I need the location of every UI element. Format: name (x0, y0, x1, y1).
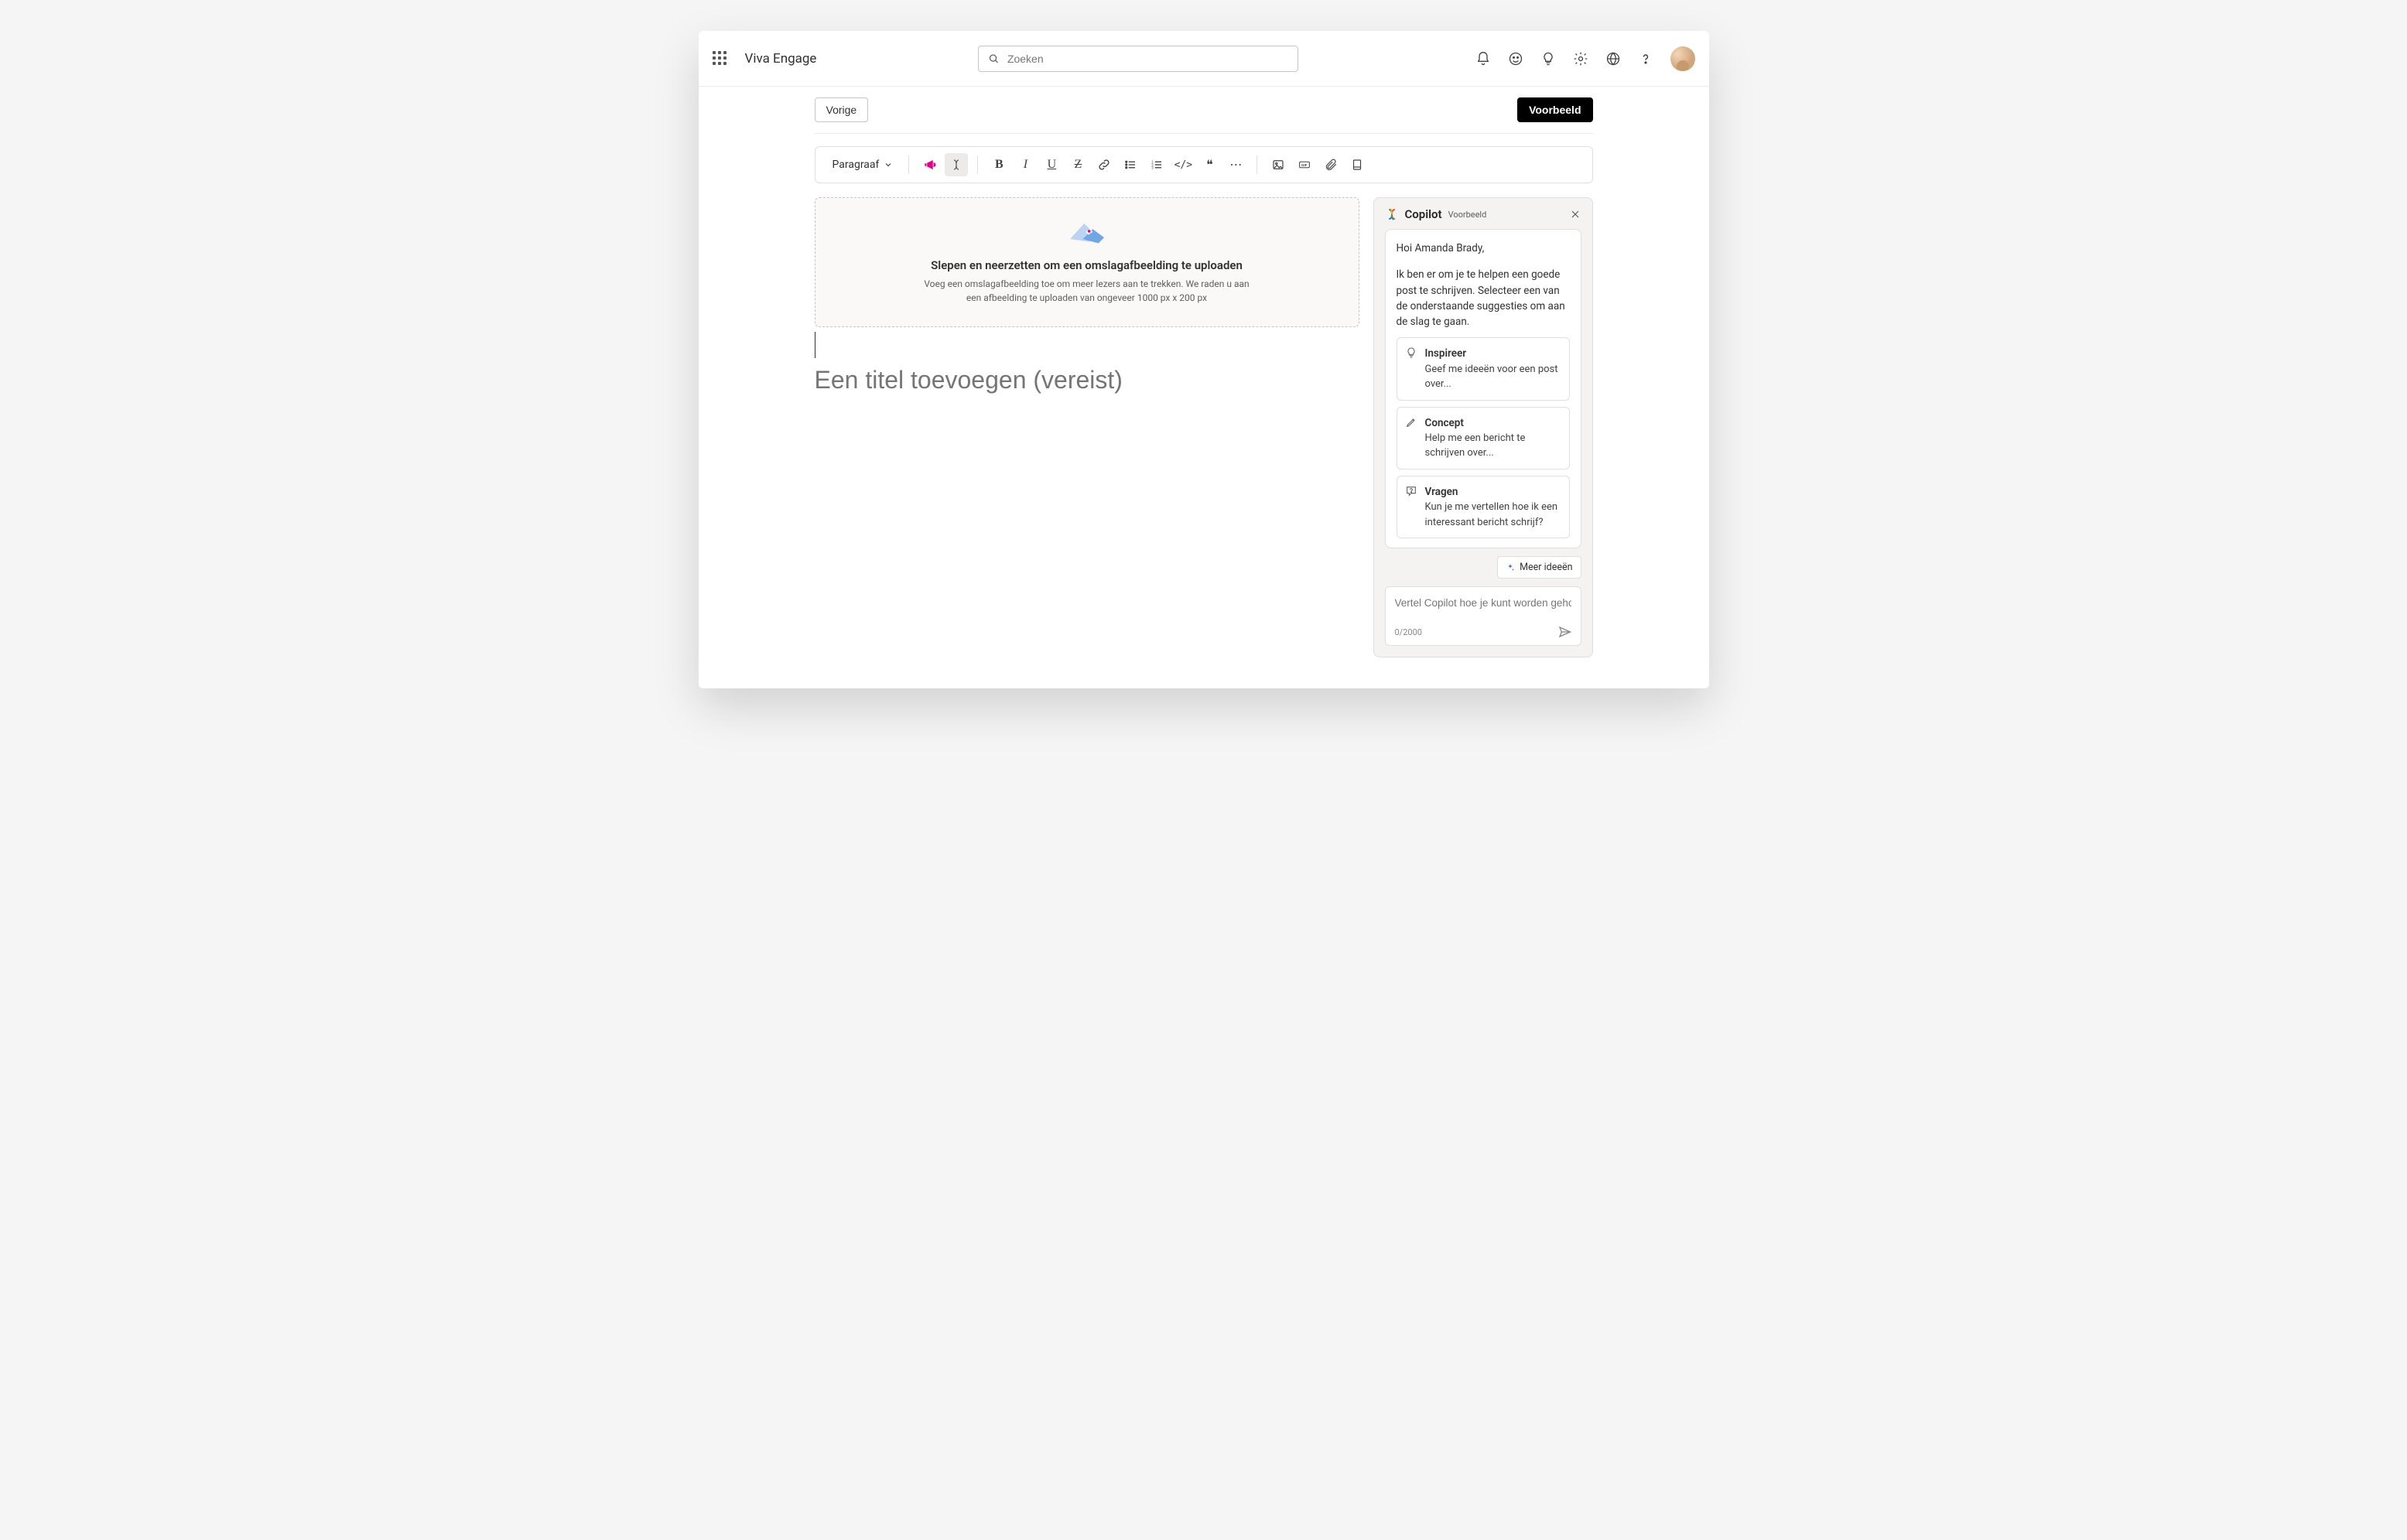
more-formatting-icon[interactable]: ⋯ (1224, 153, 1247, 176)
svg-text:3: 3 (1152, 166, 1154, 170)
help-icon[interactable] (1638, 51, 1653, 67)
quote-icon[interactable]: ❝ (1198, 153, 1221, 176)
copilot-greeting: Hoi Amanda Brady, (1397, 241, 1570, 256)
lightbulb-icon (1405, 347, 1417, 359)
upload-illustration-icon (1064, 213, 1110, 248)
suggestion-desc: Help me een bericht te schrijven over... (1425, 431, 1560, 461)
toolbar-divider (908, 155, 909, 174)
send-icon[interactable] (1557, 625, 1571, 639)
back-button[interactable]: Vorige (815, 97, 869, 122)
copilot-panel: Copilot Voorbeeld Hoi Amanda Brady, Ik b… (1373, 197, 1593, 657)
dropzone-line2: een afbeelding te uploaden van ongeveer … (846, 291, 1328, 305)
lightbulb-icon[interactable] (1540, 51, 1556, 67)
suggestion-desc: Geef me ideeën voor een post over... (1425, 362, 1560, 392)
post-title-input[interactable] (815, 366, 1359, 394)
editor-toolbar: Paragraaf B I U Z 123 </> ❝ ⋯ GIF (815, 146, 1593, 183)
more-ideas-button[interactable]: Meer ideeën (1497, 556, 1581, 579)
suggestion-title: Vragen (1425, 484, 1560, 500)
chevron-down-icon (884, 160, 893, 169)
suggestion-title: Concept (1425, 415, 1560, 431)
numbered-list-icon[interactable]: 123 (1145, 153, 1168, 176)
paragraph-style-select[interactable]: Paragraaf (826, 155, 900, 174)
copilot-name: Copilot (1405, 207, 1442, 221)
avatar[interactable] (1670, 46, 1695, 71)
copilot-message: Hoi Amanda Brady, Ik ben er om je te hel… (1385, 229, 1581, 548)
bell-icon[interactable] (1475, 51, 1491, 67)
link-icon[interactable] (1092, 153, 1116, 176)
globe-icon[interactable] (1605, 51, 1621, 67)
copilot-header: Copilot Voorbeeld (1374, 198, 1592, 229)
topbar-actions (1475, 46, 1695, 71)
paragraph-style-label: Paragraaf (833, 159, 880, 171)
copilot-intro: Ik ben er om je te helpen een goede post… (1397, 267, 1570, 330)
pencil-icon (1405, 416, 1417, 429)
close-icon[interactable] (1569, 208, 1581, 220)
suggestion-ask[interactable]: Vragen Kun je me vertellen hoe ik een in… (1397, 476, 1570, 538)
gif-icon[interactable]: GIF (1293, 153, 1316, 176)
preview-button[interactable]: Voorbeeld (1517, 97, 1592, 122)
action-row: Vorige Voorbeeld (815, 87, 1593, 134)
bold-icon[interactable]: B (987, 153, 1010, 176)
search-input[interactable] (1007, 53, 1288, 65)
toolbar-divider (1256, 155, 1257, 174)
italic-icon[interactable]: I (1014, 153, 1037, 176)
suggestion-desc: Kun je me vertellen hoe ik een interessa… (1425, 500, 1560, 530)
gear-icon[interactable] (1573, 51, 1588, 67)
search-box[interactable] (978, 46, 1298, 72)
copilot-logo-icon (1385, 207, 1399, 221)
app-launcher-icon[interactable] (713, 51, 728, 67)
copilot-badge: Voorbeeld (1448, 210, 1487, 220)
copilot-text-input[interactable] (1395, 597, 1571, 609)
suggestion-draft[interactable]: Concept Help me een bericht te schrijven… (1397, 407, 1570, 470)
cover-image-dropzone[interactable]: Slepen en neerzetten om een omslagafbeel… (815, 197, 1359, 327)
underline-icon[interactable]: U (1040, 153, 1063, 176)
copilot-toggle-icon[interactable] (945, 153, 968, 176)
svg-text:GIF: GIF (1301, 163, 1308, 167)
sparkle-icon (1506, 563, 1515, 572)
code-icon[interactable]: </> (1171, 153, 1195, 176)
emoji-icon[interactable] (1508, 51, 1523, 67)
topbar: Viva Engage (699, 31, 1709, 87)
image-icon[interactable] (1267, 153, 1290, 176)
search-icon (988, 53, 1000, 65)
announcement-icon[interactable] (918, 153, 942, 176)
app-title: Viva Engage (745, 51, 817, 67)
app-window: Viva Engage Vorige Voorbeeld (699, 31, 1709, 688)
dropzone-title: Slepen en neerzetten om een omslagafbeel… (846, 258, 1328, 272)
book-icon[interactable] (1345, 153, 1369, 176)
more-ideas-label: Meer ideeën (1520, 562, 1572, 573)
suggestion-inspire[interactable]: Inspireer Geef me ideeën voor een post o… (1397, 337, 1570, 400)
char-counter: 0/2000 (1395, 627, 1422, 637)
strikethrough-icon[interactable]: Z (1066, 153, 1089, 176)
attachment-icon[interactable] (1319, 153, 1342, 176)
copilot-input-box[interactable]: 0/2000 (1385, 586, 1581, 646)
suggestion-title: Inspireer (1425, 346, 1560, 361)
toolbar-divider (977, 155, 978, 174)
bullet-list-icon[interactable] (1119, 153, 1142, 176)
dropzone-line1: Voeg een omslagafbeelding toe om meer le… (846, 277, 1328, 291)
chat-question-icon (1405, 485, 1417, 497)
